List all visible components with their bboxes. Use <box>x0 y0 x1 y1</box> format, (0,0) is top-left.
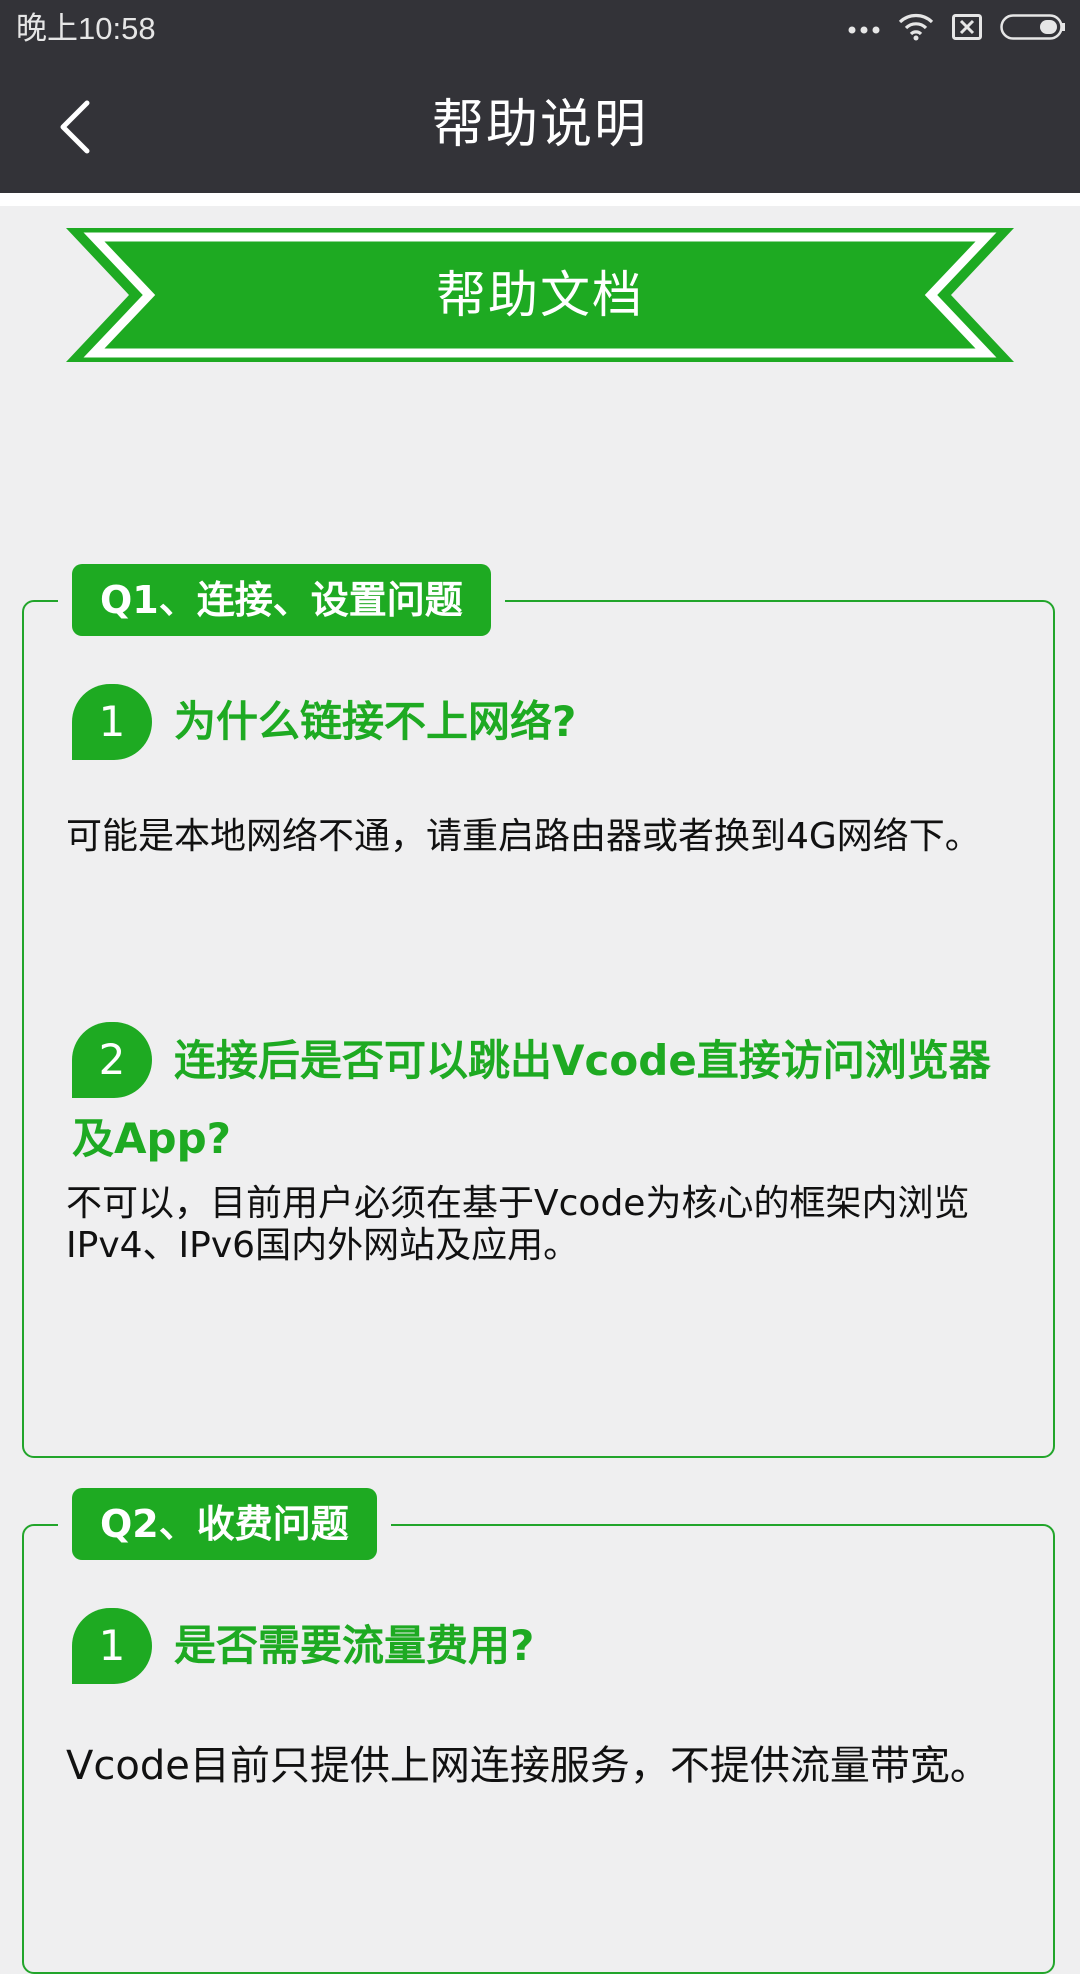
question-number-badge: 1 <box>72 684 152 760</box>
section-label: Q2、收费问题 <box>72 1488 377 1560</box>
section-label: Q1、连接、设置问题 <box>72 564 491 636</box>
divider <box>0 193 1080 206</box>
status-bar: 晚上10:58 <box>0 0 1080 58</box>
question-title: 为什么链接不上网络? <box>174 697 577 746</box>
answer-text: 不可以，目前用户必须在基于Vcode为核心的框架内浏览IPv4、IPv6国内外网… <box>66 1183 970 1266</box>
battery-icon <box>1000 14 1066 44</box>
question-title: 是否需要流量费用? <box>174 1621 535 1670</box>
wifi-icon <box>898 13 934 45</box>
app-bar: 帮助说明 <box>0 58 1080 193</box>
status-icons <box>848 10 1066 48</box>
question-title: 连接后是否可以跳出Vcode直接访问浏览器及App? <box>72 1036 991 1163</box>
more-dots-icon <box>848 20 880 39</box>
page-title: 帮助说明 <box>431 95 648 155</box>
question-number-badge: 1 <box>72 1608 152 1684</box>
banner-title: 帮助文档 <box>436 266 644 324</box>
answer-text: 可能是本地网络不通，请重启路由器或者换到4G网络下。 <box>66 816 981 857</box>
status-time: 晚上10:58 <box>16 11 156 46</box>
answer-text: Vcode目前只提供上网连接服务，不提供流量带宽。 <box>66 1743 990 1789</box>
sim-x-icon <box>952 14 982 44</box>
